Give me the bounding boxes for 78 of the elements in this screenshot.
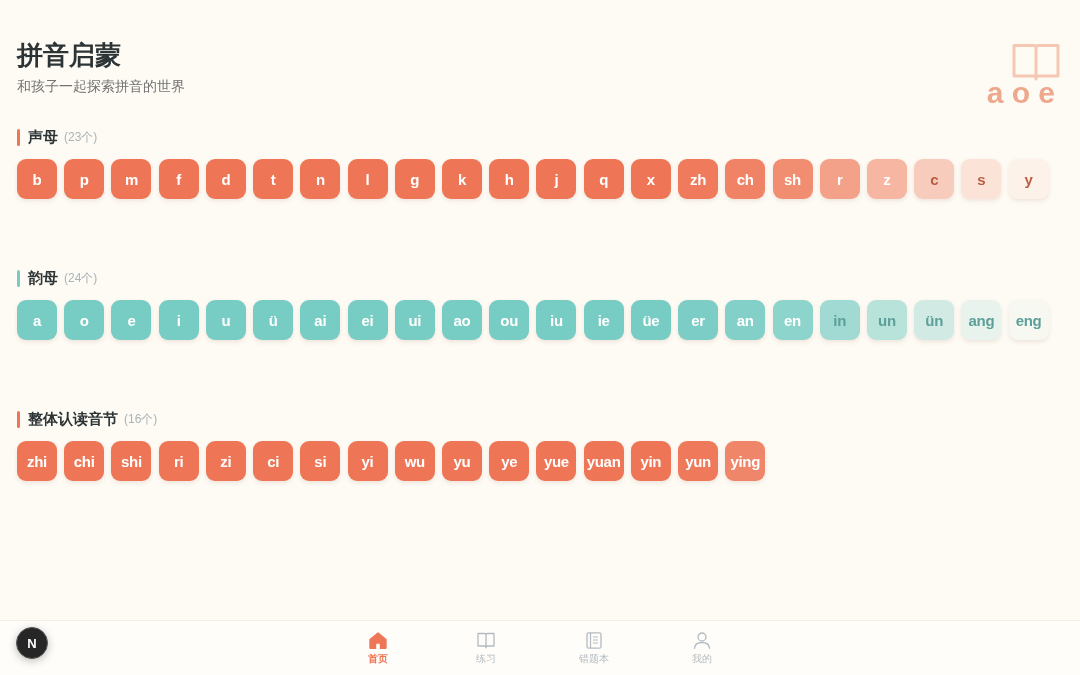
pinyin-tile[interactable]: yi <box>347 441 388 481</box>
section-count: (24个) <box>64 269 98 287</box>
person-icon <box>693 632 711 649</box>
pinyin-tile[interactable]: m <box>111 159 152 199</box>
nav-tab[interactable]: 我的 <box>648 621 756 665</box>
page-subtitle: 和孩子一起探索拼音的世界 <box>17 77 185 96</box>
pinyin-tile[interactable]: zi <box>205 441 246 481</box>
section-title: 声母 <box>28 127 58 147</box>
pinyin-tile[interactable]: x <box>630 159 671 199</box>
pinyin-tile[interactable]: chi <box>64 441 105 481</box>
pinyin-tile[interactable]: q <box>583 159 624 199</box>
pinyin-tile[interactable]: in <box>819 300 860 340</box>
pinyin-tile[interactable]: er <box>678 300 719 340</box>
pinyin-tile[interactable]: an <box>725 300 766 340</box>
pinyin-tile[interactable]: d <box>205 159 246 199</box>
pinyin-tile[interactable]: iu <box>536 300 577 340</box>
pinyin-tile[interactable]: ri <box>158 441 199 481</box>
pinyin-tile[interactable]: wu <box>394 441 435 481</box>
pinyin-tile[interactable]: u <box>205 300 246 340</box>
nav-tab[interactable]: 练习 <box>432 621 540 665</box>
pinyin-tile[interactable]: sh <box>772 159 813 199</box>
letters-decoration: a o e <box>986 81 1055 105</box>
pinyin-tile[interactable]: ao <box>441 300 482 340</box>
pinyin-tile[interactable]: shi <box>111 441 152 481</box>
pinyin-tile[interactable]: n <box>300 159 341 199</box>
pinyin-tile[interactable]: o <box>64 300 105 340</box>
pinyin-tile[interactable]: b <box>17 159 57 199</box>
pinyin-tile[interactable]: ün <box>914 300 955 340</box>
pinyin-tile[interactable]: l <box>347 159 388 199</box>
house-icon <box>369 632 387 649</box>
pinyin-tile[interactable]: zh <box>678 159 719 199</box>
pinyin-tile[interactable]: ou <box>489 300 530 340</box>
section-title: 韵母 <box>28 268 58 288</box>
pinyin-tile[interactable]: a <box>17 300 57 340</box>
pinyin-tile[interactable]: ch <box>725 159 766 199</box>
pinyin-tile[interactable]: ü <box>253 300 294 340</box>
notebook-icon <box>585 632 603 649</box>
book-icon <box>477 632 495 649</box>
pinyin-tile[interactable]: p <box>64 159 105 199</box>
pinyin-tile[interactable]: j <box>536 159 577 199</box>
pinyin-tile[interactable]: ye <box>489 441 530 481</box>
pinyin-tile[interactable]: ie <box>583 300 624 340</box>
pinyin-tile[interactable]: g <box>394 159 435 199</box>
nav-tab[interactable]: 错题本 <box>540 621 648 665</box>
pinyin-tile[interactable]: k <box>441 159 482 199</box>
pinyin-tile[interactable]: ci <box>253 441 294 481</box>
pinyin-tile[interactable]: s <box>961 159 1002 199</box>
pinyin-tile[interactable]: zhi <box>17 441 57 481</box>
pinyin-tile[interactable]: yue <box>536 441 577 481</box>
pinyin-tile[interactable]: r <box>819 159 860 199</box>
pinyin-tile[interactable]: h <box>489 159 530 199</box>
pinyin-tile[interactable]: z <box>866 159 907 199</box>
section-count: (23个) <box>64 128 98 146</box>
pinyin-tile[interactable]: yin <box>630 441 671 481</box>
pinyin-tile[interactable]: ai <box>300 300 341 340</box>
pinyin-tile[interactable]: i <box>158 300 199 340</box>
section-count: (16个) <box>124 410 158 428</box>
pinyin-tile[interactable]: c <box>914 159 955 199</box>
pinyin-tile[interactable]: y <box>1008 159 1049 199</box>
pinyin-tile[interactable]: ang <box>961 300 1002 340</box>
pinyin-tile[interactable]: yun <box>678 441 719 481</box>
pinyin-tile[interactable]: un <box>866 300 907 340</box>
pinyin-tile[interactable]: e <box>111 300 152 340</box>
pinyin-tile[interactable]: ying <box>725 441 766 481</box>
pinyin-tile[interactable]: f <box>158 159 199 199</box>
book-icon <box>1012 43 1060 81</box>
pinyin-tile[interactable]: üe <box>630 300 671 340</box>
pinyin-tile[interactable]: ui <box>394 300 435 340</box>
pinyin-tile[interactable]: en <box>772 300 813 340</box>
page-title: 拼音启蒙 <box>17 39 122 72</box>
pinyin-tile[interactable]: yuan <box>583 441 624 481</box>
nav-tab[interactable]: 首页 <box>324 621 432 665</box>
pinyin-tile[interactable]: yu <box>441 441 482 481</box>
pinyin-tile[interactable]: t <box>253 159 294 199</box>
section-title: 整体认读音节 <box>28 409 118 429</box>
pinyin-tile[interactable]: ei <box>347 300 388 340</box>
pinyin-tile[interactable]: si <box>300 441 341 481</box>
pinyin-tile[interactable]: eng <box>1008 300 1049 340</box>
